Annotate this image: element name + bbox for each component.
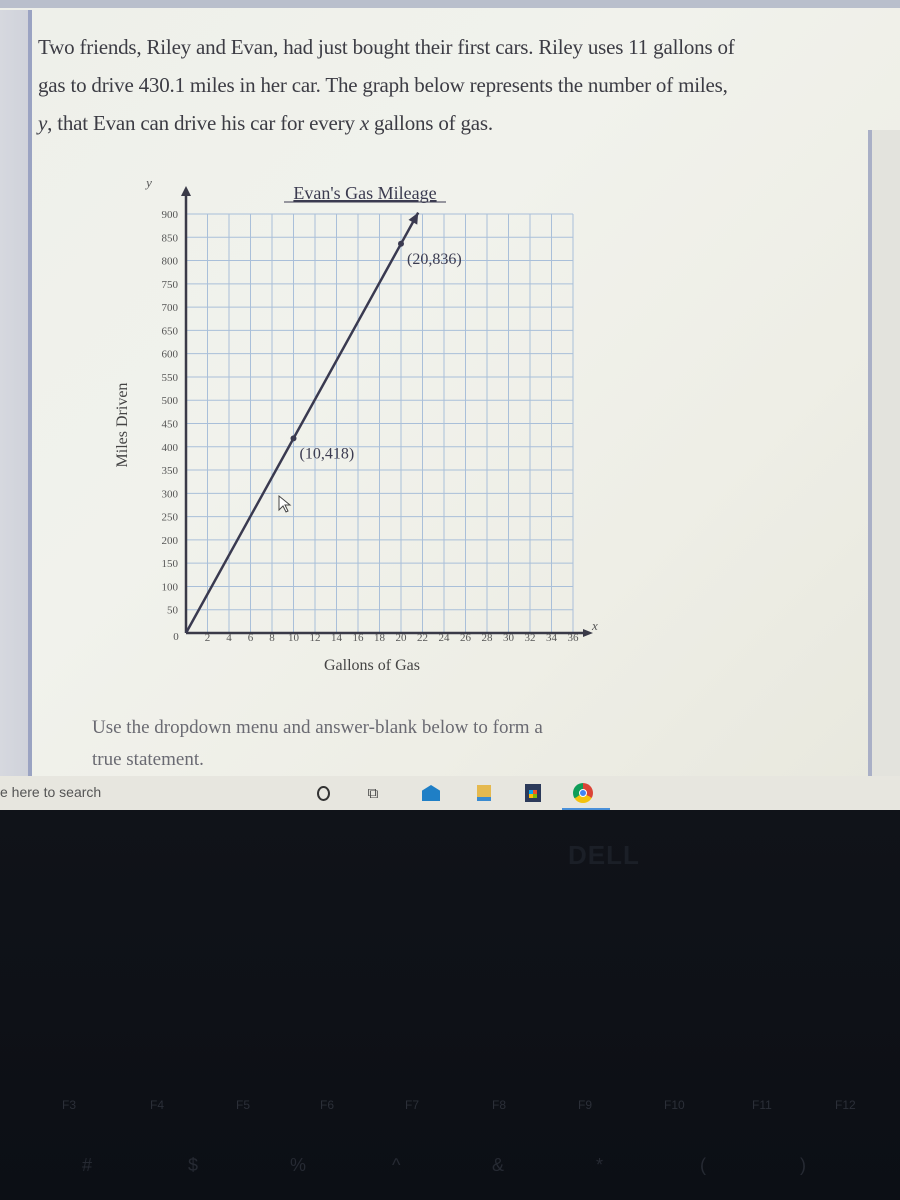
x-tick-label: 4: [226, 632, 232, 644]
y-tick-label: 150: [162, 558, 179, 570]
y-tick-label: 300: [162, 488, 179, 500]
x-tick-label: 14: [331, 632, 343, 644]
x-tick-label: 12: [310, 632, 321, 644]
series-line-evan: [184, 211, 420, 634]
chart-title: Evan's Gas Mileage: [293, 183, 436, 203]
y-tick-label: 500: [162, 395, 179, 407]
key-symbol: ^: [392, 1155, 401, 1175]
y-axis-label: Miles Driven: [114, 383, 131, 468]
y-tick-label: 250: [162, 512, 179, 524]
x-tick-label: 28: [482, 632, 494, 644]
x-tick-label: 34: [546, 632, 558, 644]
laptop-keyboard-area: DELL F3 F4 F5 F6 F7 F8 F9 F10 F11 F12 # $% ^ & * (): [0, 810, 900, 1200]
x-tick-label: 6: [248, 632, 254, 644]
x-tick-label: 18: [374, 632, 386, 644]
y-tick-label: 350: [162, 465, 179, 477]
x-tick-label: 2: [205, 632, 211, 644]
x-tick-label: 8: [269, 632, 275, 644]
y-tick-label: 650: [162, 325, 179, 337]
key-symbol: %: [290, 1155, 307, 1175]
chart-series: (10,418) (20,836): [184, 211, 462, 634]
key-f5: F5: [236, 1098, 251, 1112]
y-tick-label: 800: [162, 256, 179, 268]
instructions-line-2: true statement.: [92, 749, 204, 770]
data-point-label: (10,418): [300, 445, 355, 462]
y-tick-label: 700: [162, 302, 179, 314]
dell-logo: DELL: [568, 840, 640, 870]
key-symbol: *: [596, 1155, 604, 1175]
key-symbol: ): [800, 1155, 806, 1175]
instructions: Use the dropdown menu and answer-blank b…: [92, 712, 692, 776]
y-tick-label: 850: [162, 232, 179, 244]
y-axis-arrow: [181, 186, 191, 196]
origin-label: 0: [173, 631, 179, 643]
key-f4: F4: [150, 1098, 165, 1112]
chart-tick-labels: 2 4 6 8 10 12 14 16 18 20 22 24 26 28 30 32 34 3650100150…: [162, 209, 580, 644]
y-axis-var: y: [144, 175, 152, 190]
mileage-chart: 2 4 6 8 10 12 14 16 18 20 22 24 26 28 30 32 34 3650100150…: [114, 175, 598, 674]
x-tick-label: 10: [288, 632, 300, 644]
x-axis-var: x: [591, 618, 598, 633]
y-tick-label: 100: [162, 581, 179, 593]
key-f6: F6: [320, 1098, 335, 1112]
instructions-line-1: Use the dropdown menu and answer-blank b…: [92, 717, 543, 738]
y-tick-label: 200: [162, 535, 179, 547]
chrome-icon[interactable]: [572, 782, 594, 804]
chart-axes: [181, 186, 593, 637]
y-tick-label: 50: [167, 605, 179, 617]
y-tick-label: 600: [162, 349, 179, 361]
taskbar-search-box[interactable]: e here to search: [0, 784, 101, 800]
key-f11: F11: [752, 1098, 772, 1112]
x-axis-label: Gallons of Gas: [324, 657, 420, 674]
data-point-label: (20,836): [407, 251, 462, 268]
y-tick-label: 450: [162, 419, 179, 431]
x-tick-label: 24: [439, 632, 451, 644]
key-f3: F3: [62, 1098, 77, 1112]
key-f8: F8: [492, 1098, 507, 1112]
x-tick-label: 16: [353, 632, 365, 644]
key-f10: F10: [664, 1098, 685, 1112]
data-point: [290, 435, 297, 442]
y-tick-label: 750: [162, 279, 179, 291]
y-tick-label: 400: [162, 442, 179, 454]
taskbar: e here to search ⧉: [0, 776, 900, 810]
file-explorer-icon[interactable]: [473, 782, 495, 804]
mouse-cursor-icon: [278, 494, 292, 513]
key-symbol: &: [492, 1155, 505, 1175]
key-symbol: (: [700, 1155, 706, 1175]
cortana-icon[interactable]: [312, 782, 334, 804]
key-f7: F7: [405, 1098, 420, 1112]
x-tick-label: 30: [503, 632, 515, 644]
x-tick-label: 26: [460, 632, 472, 644]
y-tick-label: 900: [162, 209, 179, 221]
x-tick-label: 36: [568, 632, 580, 644]
key-f9: F9: [578, 1098, 593, 1112]
x-tick-label: 20: [396, 632, 408, 644]
data-point: [398, 240, 404, 247]
task-view-icon[interactable]: ⧉: [362, 782, 384, 804]
mail-icon[interactable]: [420, 782, 442, 804]
chart-grid: [186, 213, 574, 633]
key-symbol: $: [188, 1155, 199, 1175]
x-tick-label: 22: [417, 632, 428, 644]
store-icon[interactable]: [522, 782, 544, 804]
y-tick-label: 550: [162, 372, 179, 384]
key-symbol: #: [82, 1155, 93, 1175]
x-tick-label: 32: [525, 632, 536, 644]
key-f12: F12: [835, 1098, 856, 1112]
